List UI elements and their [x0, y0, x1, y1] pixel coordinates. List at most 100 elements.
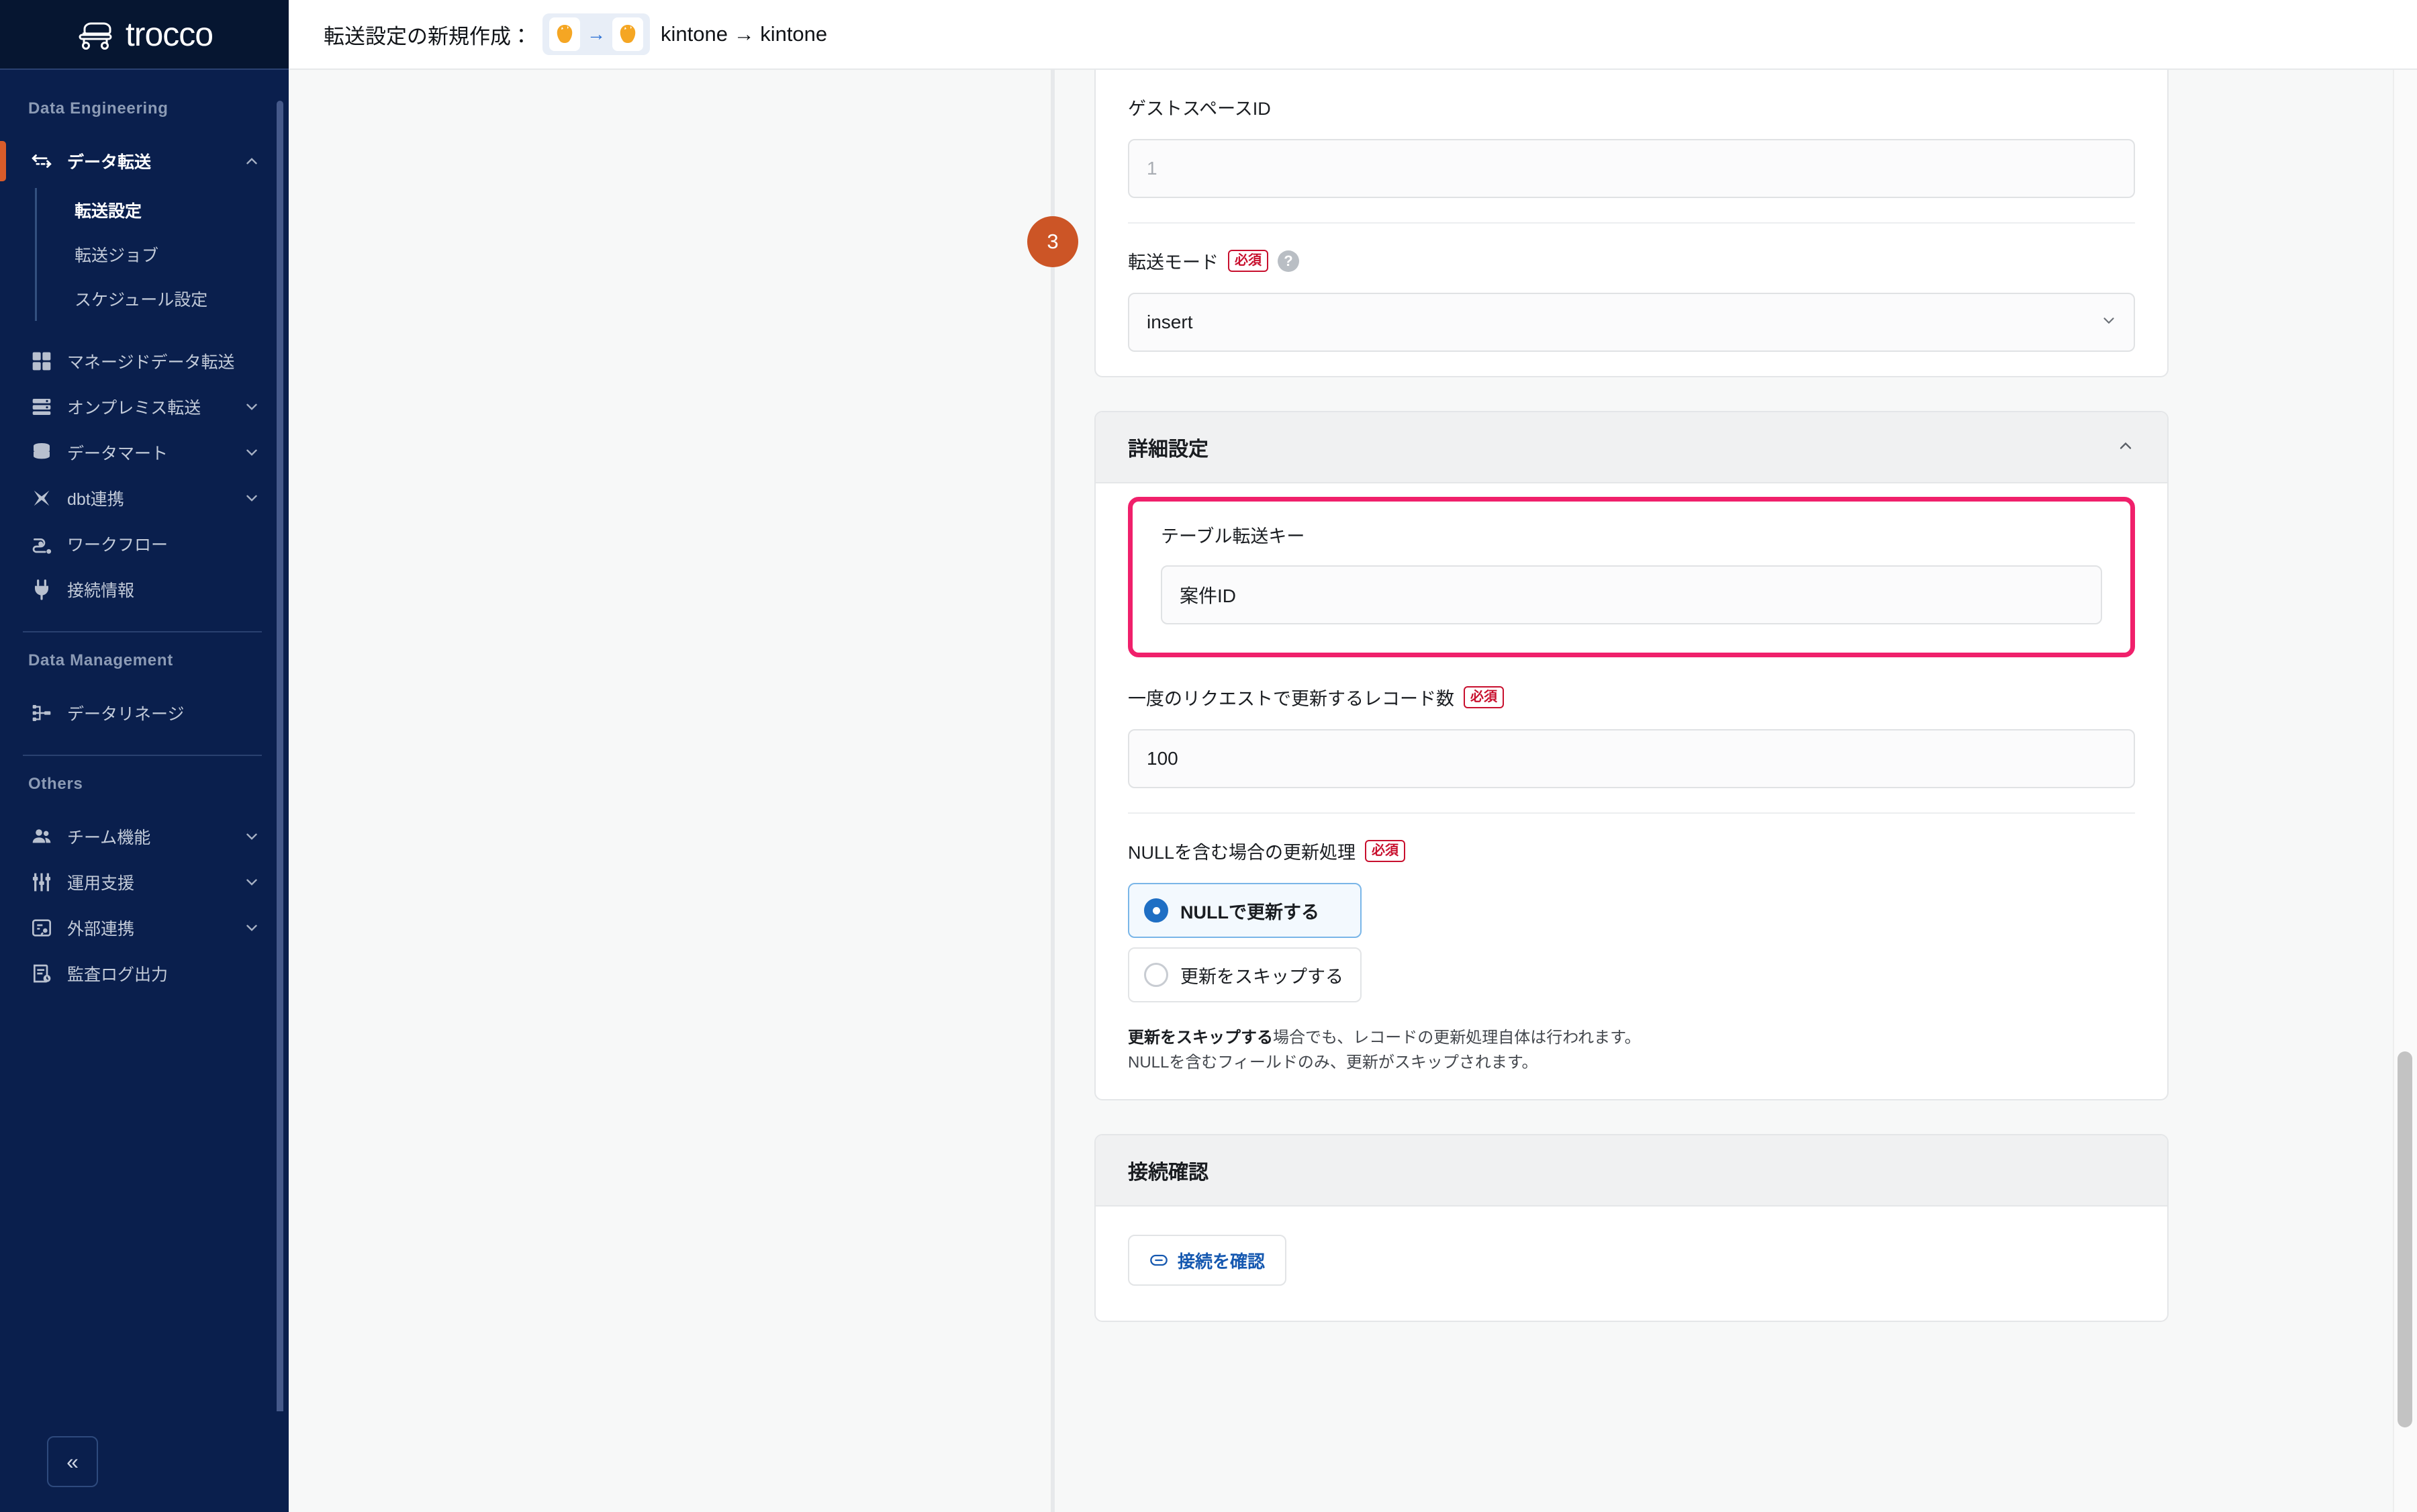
card-advanced-title: 詳細設定	[1128, 438, 1208, 461]
chevron-down-icon[interactable]	[243, 873, 260, 891]
required-badge: 必須	[1365, 840, 1406, 862]
card-advanced-settings: 詳細設定 テーブル転送キー 案件ID 一度のリクエストで更新するレコード数 必須…	[1094, 411, 2169, 1101]
sidebar-divider-1	[23, 631, 262, 632]
check-connection-label: 接続を確認	[1178, 1251, 1266, 1272]
label-text: ゲストスペースID	[1128, 99, 1271, 119]
null-handling-radio-group: NULLで更新する 更新をスキップする	[1128, 883, 2135, 1002]
required-badge: 必須	[1464, 686, 1504, 708]
sidebar-item-onpremise-transfer[interactable]: オンプレミス転送	[0, 384, 289, 430]
field-label-transfer-mode: 転送モード 必須 ?	[1128, 248, 2135, 274]
sidebar-nav: Data Engineering データ転送 転送設定 転送ジョブ スケジュール…	[0, 70, 289, 1411]
transfer-mode-select[interactable]	[1128, 293, 2135, 352]
card-connection-check-header: 接続確認	[1096, 1135, 2167, 1207]
main-area: 転送設定の新規作成： → kintone → kintone 3 ゲストスペース…	[289, 0, 2417, 1512]
sidebar-item-dbt[interactable]: dbt連携	[0, 475, 289, 521]
sidebar-item-schedule-settings[interactable]: スケジュール設定	[75, 277, 289, 321]
sidebar-item-external-integration[interactable]: 外部連携	[0, 905, 289, 951]
card-destination-body: ゲストスペースID 転送モード 必須 ?	[1096, 70, 2167, 376]
radio-option-skip-update[interactable]: 更新をスキップする	[1128, 947, 1362, 1002]
brand-name: trocco	[125, 15, 214, 53]
hint-line-1: 更新をスキップする場合でも、レコードの更新処理自体は行われます。	[1128, 1025, 2135, 1050]
sidebar-item-workflow[interactable]: ワークフロー	[0, 521, 289, 567]
guest-space-id-input[interactable]	[1128, 139, 2135, 198]
chevron-down-icon[interactable]	[243, 828, 260, 845]
sidebar-item-label: 接続情報	[67, 581, 135, 600]
radio-dot-icon	[1144, 963, 1168, 987]
sidebar-submenu-data-transfer: 転送設定 転送ジョブ スケジュール設定	[35, 188, 289, 321]
sidebar-section-title-others: Others	[28, 775, 83, 793]
trocco-cart-logo-icon	[76, 19, 115, 50]
link-icon	[1149, 1251, 1168, 1270]
card-connection-check-title: 接続確認	[1128, 1162, 1208, 1184]
form-column: ゲストスペースID 転送モード 必須 ?	[1094, 70, 2169, 1356]
radio-option-update-with-null[interactable]: NULLで更新する	[1128, 883, 1362, 938]
card-advanced-header[interactable]: 詳細設定	[1096, 412, 2167, 483]
card-connection-check-body: 接続を確認	[1096, 1207, 2167, 1321]
sidebar-section-title-data-management: Data Management	[28, 651, 173, 669]
audit-log-icon	[28, 960, 55, 987]
card-destination-settings: ゲストスペースID 転送モード 必須 ?	[1094, 70, 2169, 377]
highlight-table-transfer-key: テーブル転送キー	[1128, 497, 2135, 657]
field-transfer-mode: 転送モード 必須 ?	[1128, 222, 2135, 376]
sidebar-item-data-transfer[interactable]: データ転送	[0, 138, 289, 184]
chevron-down-icon[interactable]	[243, 398, 260, 416]
field-label-table-transfer-key: テーブル転送キー	[1161, 522, 2102, 548]
sidebar-item-label: オンプレミス転送	[67, 399, 201, 418]
arrow-right-icon: →	[587, 23, 606, 44]
question-mark-icon[interactable]: ?	[1278, 250, 1299, 272]
grid-icon	[28, 348, 55, 375]
radio-label: 更新をスキップする	[1180, 966, 1343, 987]
chevron-up-icon[interactable]	[2116, 436, 2135, 459]
plug-icon	[28, 576, 55, 603]
sidebar-item-datamart[interactable]: データマート	[0, 430, 289, 475]
sidebar-item-label: データ転送	[67, 153, 152, 172]
page-title: 転送設定の新規作成： → kintone → kintone	[324, 13, 827, 55]
kintone-icon-source	[549, 17, 580, 51]
sidebar-item-connections[interactable]: 接続情報	[0, 567, 289, 612]
chevron-down-icon[interactable]	[243, 919, 260, 937]
app-root: trocco Data Engineering データ転送 転送設定 転送ジョブ…	[0, 0, 2417, 1512]
sidebar-item-label: 運用支援	[67, 874, 135, 893]
sidebar-collapse-button[interactable]: «	[47, 1436, 98, 1487]
hint-strong: 更新をスキップする	[1128, 1029, 1273, 1047]
chevron-up-icon[interactable]	[243, 152, 260, 170]
radio-dot-selected-icon	[1144, 898, 1168, 923]
sidebar-item-data-lineage[interactable]: データリネージ	[0, 690, 289, 736]
sidebar-item-label: ワークフロー	[67, 536, 169, 555]
batch-size-input[interactable]	[1128, 729, 2135, 788]
field-batch-size: 一度のリクエストで更新するレコード数 必須	[1128, 660, 2135, 812]
lineage-icon	[28, 700, 55, 726]
hint-rest: 場合でも、レコードの更新処理自体は行われます。	[1273, 1029, 1641, 1047]
topbar: 転送設定の新規作成： → kintone → kintone	[289, 0, 2417, 70]
sidebar-item-managed-data-transfer[interactable]: マネージドデータ転送	[0, 338, 289, 384]
dbt-icon	[28, 485, 55, 512]
sidebar-scrollbar-thumb[interactable]	[277, 101, 283, 1411]
main-scrollbar-thumb[interactable]	[2398, 1051, 2412, 1427]
sidebar-item-transfer-jobs[interactable]: 転送ジョブ	[75, 232, 289, 277]
brand-logo-bar[interactable]: trocco	[0, 0, 289, 70]
table-transfer-key-input[interactable]	[1161, 565, 2102, 624]
label-text: 一度のリクエストで更新するレコード数	[1128, 689, 1454, 709]
people-icon	[28, 823, 55, 850]
field-label-guest-space-id: ゲストスペースID	[1128, 94, 2135, 120]
sidebar-item-label: データリネージ	[67, 705, 185, 724]
chevron-down-icon[interactable]	[243, 444, 260, 461]
sidebar-item-audit-log[interactable]: 監査ログ出力	[0, 951, 289, 996]
field-label-batch-size: 一度のリクエストで更新するレコード数 必須	[1128, 684, 2135, 710]
field-guest-space-id: ゲストスペースID	[1128, 70, 2135, 222]
check-connection-button[interactable]: 接続を確認	[1128, 1235, 1287, 1286]
connector-chip-group: →	[542, 13, 650, 55]
server-icon	[28, 393, 55, 420]
sidebar-item-operations-support[interactable]: 運用支援	[0, 859, 289, 905]
sidebar-footer: «	[0, 1411, 289, 1512]
chevron-down-icon[interactable]	[243, 489, 260, 507]
sidebar-item-team[interactable]: チーム機能	[0, 814, 289, 859]
label-text: 転送モード	[1128, 252, 1219, 273]
transfer-mode-select-wrap	[1128, 293, 2135, 352]
kintone-icon-destination	[612, 17, 643, 51]
connector-pair-label: kintone → kintone	[661, 22, 828, 46]
sliders-icon	[28, 869, 55, 896]
sidebar-item-transfer-settings[interactable]: 転送設定	[75, 188, 289, 232]
card-connection-check: 接続確認 接続を確認	[1094, 1134, 2169, 1323]
label-text: テーブル転送キー	[1161, 526, 1305, 547]
